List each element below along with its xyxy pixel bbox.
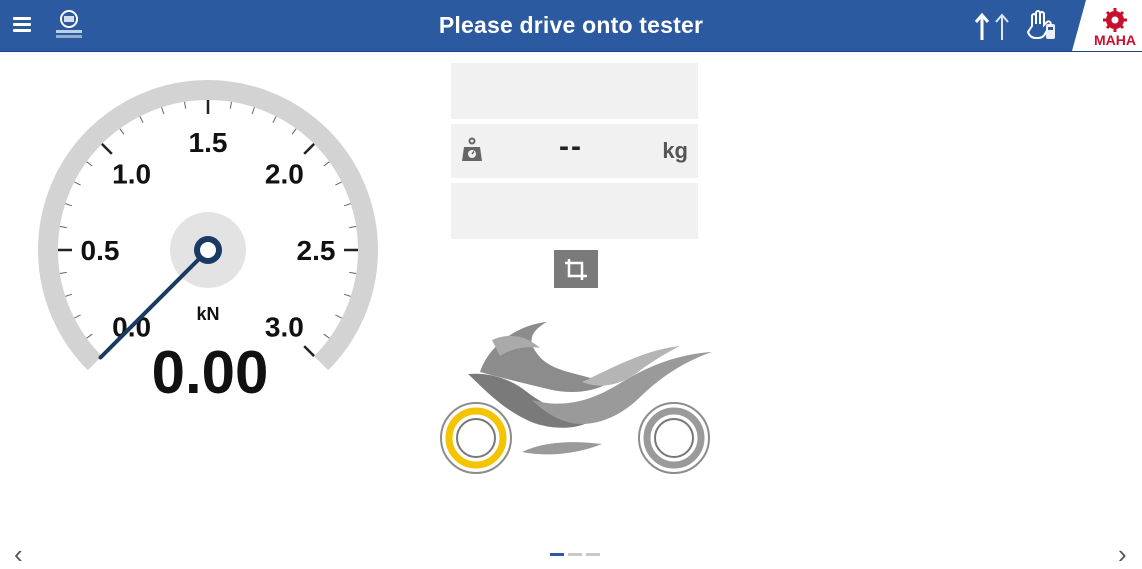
gauge-minor-tick [323, 161, 330, 167]
up-arrows-icon[interactable] [972, 10, 1020, 42]
weight-scale-icon [461, 137, 483, 163]
maha-logo: MAHA [1072, 0, 1142, 51]
svg-text:MAHA: MAHA [1094, 32, 1136, 48]
gauge-unit-label: kN [196, 304, 219, 324]
gauge-minor-tick [184, 101, 187, 109]
gauge-minor-tick [335, 181, 342, 186]
weight-panel: -- kg [451, 124, 698, 178]
hand-remote-icon[interactable] [1026, 8, 1058, 42]
gauge-major-tick [303, 143, 315, 155]
page-indicator[interactable] [550, 553, 602, 557]
gauge-tick-label: 0.5 [81, 235, 120, 266]
page-title: Please drive onto tester [438, 12, 704, 38]
gauge-minor-tick [251, 107, 255, 115]
gauge-needle-hub [194, 236, 222, 264]
gauge-minor-tick [291, 128, 297, 135]
gauge-tick-label: 2.5 [297, 235, 336, 266]
gauge-minor-tick [229, 101, 232, 109]
gauge-minor-tick [119, 128, 125, 135]
weight-unit: kg [662, 138, 688, 163]
previous-page-arrow[interactable]: ‹ [14, 541, 23, 567]
gauge-minor-tick [343, 293, 351, 297]
gauge-minor-tick [343, 203, 351, 207]
motorcycle-illustration [432, 312, 722, 482]
gauge-minor-tick [272, 116, 277, 123]
gauge-minor-tick [139, 116, 144, 123]
gauge-minor-tick [74, 181, 81, 186]
gauge-minor-tick [349, 271, 357, 274]
front-wheel [440, 402, 512, 474]
gauge-minor-tick [59, 271, 67, 274]
gauge-minor-tick [335, 314, 342, 319]
gauge-minor-tick [161, 107, 165, 115]
page-dot-3[interactable] [586, 553, 600, 556]
info-panel-top [451, 63, 698, 119]
rear-wheel [638, 402, 710, 474]
weight-value: -- [559, 130, 583, 163]
gauge-tick-label: 2.0 [265, 159, 304, 190]
gauge-minor-tick [65, 293, 73, 297]
gauge-minor-tick [349, 226, 357, 229]
gauge-minor-tick [65, 203, 73, 207]
gauge-minor-tick [86, 161, 93, 167]
gauge-minor-tick [74, 314, 81, 319]
top-bar: Please drive onto tester MAHA [0, 0, 1142, 52]
gauge-minor-tick [59, 226, 67, 229]
gauge-tick-label: 1.5 [189, 127, 228, 158]
page-dot-2[interactable] [568, 553, 582, 556]
page-dot-1[interactable] [550, 553, 564, 556]
next-page-arrow[interactable]: › [1118, 541, 1127, 567]
gauge-major-tick [101, 143, 113, 155]
crop-icon[interactable] [554, 250, 598, 288]
info-panel-bottom [451, 183, 698, 239]
gauge-value: 0.00 [151, 339, 269, 406]
gauge-tick-label: 1.0 [112, 159, 151, 190]
